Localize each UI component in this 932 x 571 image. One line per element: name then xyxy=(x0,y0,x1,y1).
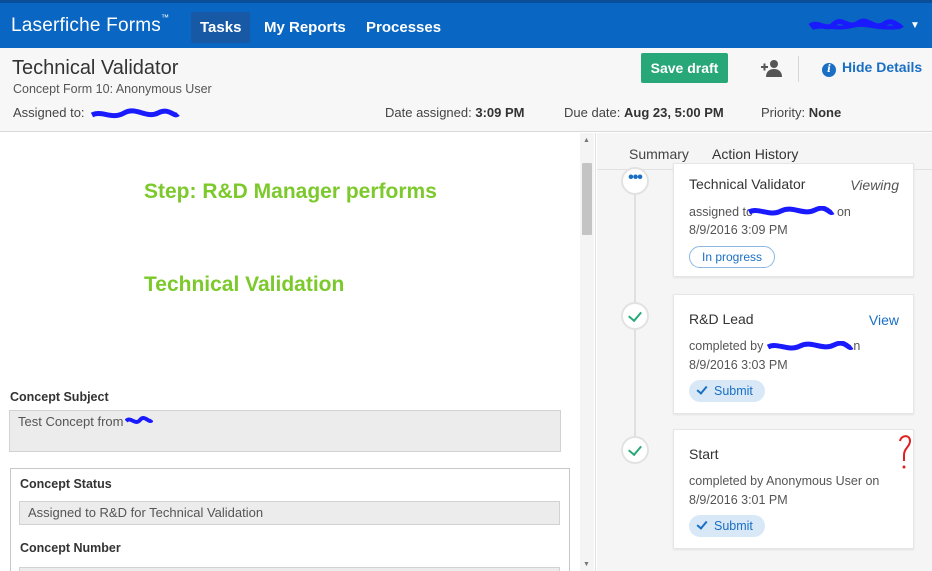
top-nav-bar: Laserfiche Forms™ Tasks My Reports Proce… xyxy=(0,0,932,48)
task-subtitle: Concept Form 10: Anonymous User xyxy=(13,82,212,96)
reassign-user-icon[interactable] xyxy=(760,58,784,78)
history-card-rd-lead: R&D Lead View completed by n 8/9/2016 3:0… xyxy=(673,294,914,414)
check-icon xyxy=(628,441,642,457)
scroll-down-icon[interactable]: ▼ xyxy=(583,561,590,568)
history-card-start: Start completed by Anonymous User on 8/9… xyxy=(673,429,914,549)
history-step-title: R&D Lead xyxy=(689,311,754,327)
concept-section: Concept Status Assigned to R&D for Techn… xyxy=(10,468,570,571)
form-pane: Step: R&D Manager performs Technical Val… xyxy=(0,133,596,571)
history-user-redacted xyxy=(747,206,835,216)
check-icon xyxy=(628,307,642,323)
subject-redacted xyxy=(125,416,153,424)
history-user-redacted xyxy=(766,341,854,351)
nav-my-reports[interactable]: My Reports xyxy=(255,12,355,43)
history-card-technical-validator: Technical Validator Viewing assigned to o… xyxy=(673,163,914,277)
assigned-to-label: Assigned to: xyxy=(13,105,85,120)
concept-status-field[interactable]: Assigned to R&D for Technical Validation xyxy=(19,501,560,525)
header-divider xyxy=(798,56,799,82)
tab-summary[interactable]: Summary xyxy=(629,146,689,162)
nav-processes[interactable]: Processes xyxy=(357,12,450,43)
user-menu-caret-icon[interactable]: ▼ xyxy=(910,20,920,31)
history-view-link[interactable]: View xyxy=(869,312,899,328)
history-step-title: Technical Validator xyxy=(689,176,806,192)
history-status-viewing: Viewing xyxy=(850,177,899,193)
priority: Priority: None xyxy=(761,105,842,120)
step-heading-line1: Step: R&D Manager performs xyxy=(144,180,437,203)
status-badge-in-progress: In progress xyxy=(689,246,776,268)
status-badge-submit: Submit xyxy=(689,515,765,537)
user-name-redacted[interactable] xyxy=(808,18,904,34)
details-pane: Summary Action History ••• Technical Val… xyxy=(597,133,932,571)
concept-number-label: Concept Number xyxy=(20,541,121,555)
timeline-node-done xyxy=(621,302,649,330)
history-date: 8/9/2016 3:01 PM xyxy=(689,493,788,507)
task-title: Technical Validator xyxy=(12,57,179,79)
check-icon xyxy=(696,518,708,530)
history-completed-text: completed by Anonymous User on xyxy=(689,474,880,488)
due-date: Due date: Aug 23, 5:00 PM xyxy=(564,105,724,120)
form-scrollbar-thumb[interactable] xyxy=(582,163,592,235)
concept-status-label: Concept Status xyxy=(20,477,112,491)
history-date: 8/9/2016 3:09 PM xyxy=(689,223,788,237)
save-draft-button[interactable]: Save draft xyxy=(641,53,728,83)
step-heading-line2: Technical Validation xyxy=(144,273,345,296)
history-date: 8/9/2016 3:03 PM xyxy=(689,358,788,372)
check-icon xyxy=(696,383,708,395)
status-badge-submit: Submit xyxy=(689,380,765,402)
timeline-node-in-progress: ••• xyxy=(621,167,649,195)
concept-subject-field[interactable]: Test Concept from xyxy=(9,410,561,452)
hand-drawn-question-mark xyxy=(899,435,912,469)
concept-subject-label: Concept Subject xyxy=(10,390,109,404)
hide-details-link[interactable]: i Hide Details xyxy=(822,59,922,77)
concept-number-field[interactable] xyxy=(19,567,560,571)
scroll-up-icon[interactable]: ▲ xyxy=(583,137,590,144)
more-dots-icon: ••• xyxy=(628,169,643,186)
info-icon: i xyxy=(822,63,836,77)
assignee-redacted xyxy=(90,108,180,119)
nav-tasks[interactable]: Tasks xyxy=(191,12,251,43)
date-assigned: Date assigned: 3:09 PM xyxy=(385,105,525,120)
history-step-title: Start xyxy=(689,446,719,462)
brand-logo[interactable]: Laserfiche Forms™ xyxy=(11,13,169,37)
timeline-node-done xyxy=(621,436,649,464)
task-header: Technical Validator Concept Form 10: Ano… xyxy=(0,48,932,132)
